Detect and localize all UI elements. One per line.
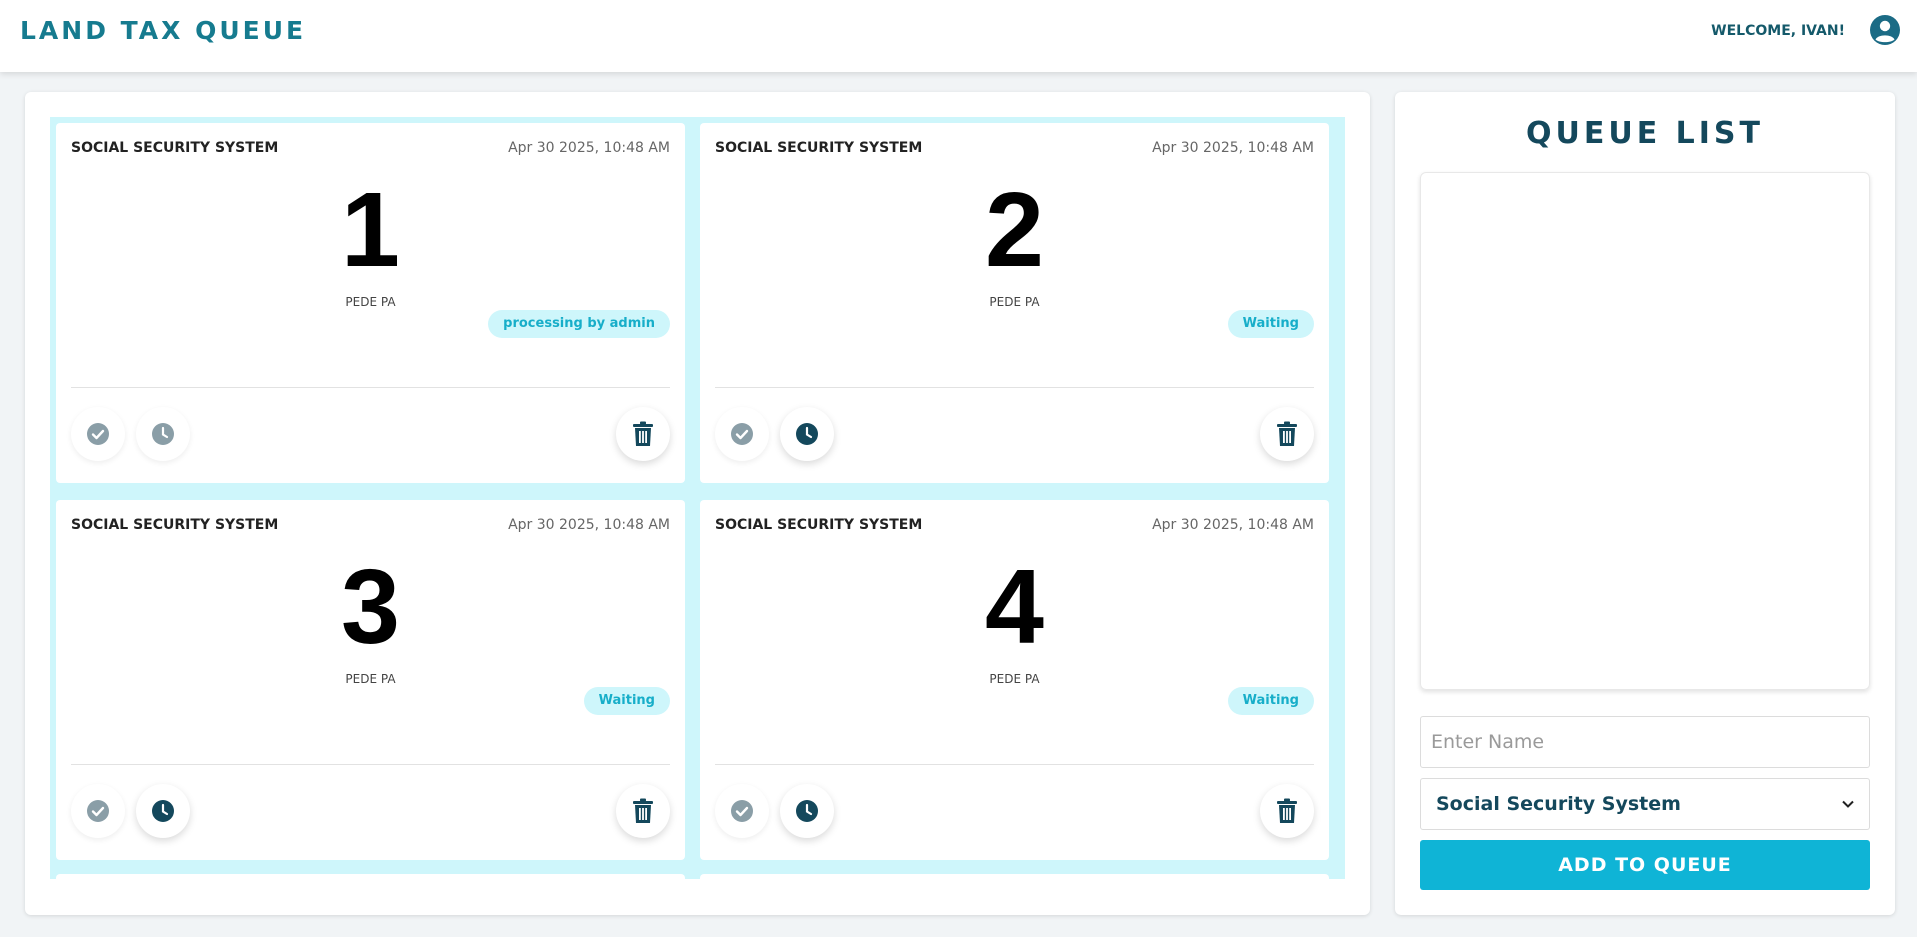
add-to-queue-button[interactable]: ADD TO QUEUE [1420, 840, 1870, 890]
card-office: SOCIAL SECURITY SYSTEM [71, 140, 279, 156]
card-divider [715, 764, 1314, 765]
clock-icon [152, 800, 174, 822]
card-timestamp: Apr 30 2025, 10:48 AM [508, 140, 670, 156]
hold-button[interactable] [136, 407, 190, 461]
card-divider [71, 387, 670, 388]
queue-name: PEDE PA [989, 672, 1040, 686]
complete-button[interactable] [715, 407, 769, 461]
card-timestamp: Apr 30 2025, 10:48 AM [1152, 517, 1314, 533]
card-divider [71, 764, 670, 765]
delete-button[interactable] [616, 784, 670, 838]
status-badge: Waiting [1227, 687, 1314, 715]
queue-list-panel: QUEUE LIST Social Security System ADD TO… [1395, 92, 1895, 915]
clock-icon [152, 423, 174, 445]
card-divider [715, 387, 1314, 388]
user-circle-icon[interactable] [1869, 14, 1901, 46]
queue-name: PEDE PA [345, 672, 396, 686]
queue-number: 4 [985, 548, 1044, 666]
status-badge: processing by admin [488, 310, 670, 338]
queue-name: PEDE PA [345, 295, 396, 309]
check-circle-icon [731, 800, 753, 822]
trash-icon [633, 421, 653, 446]
welcome-text: WELCOME, IVAN! [1711, 23, 1845, 39]
queue-card: SOCIAL SECURITY SYSTEM Apr 30 2025, 10:4… [700, 500, 1329, 860]
name-input[interactable] [1420, 716, 1870, 768]
check-circle-icon [87, 423, 109, 445]
complete-button[interactable] [715, 784, 769, 838]
queue-panel: SOCIAL SECURITY SYSTEM Apr 30 2025, 10:4… [25, 92, 1370, 915]
check-circle-icon [731, 423, 753, 445]
queue-card: SOCIAL SECURITY SYSTEM Apr 30 2025, 10:4… [700, 123, 1329, 483]
queue-number: 2 [985, 171, 1044, 289]
card-office: SOCIAL SECURITY SYSTEM [715, 517, 923, 533]
clock-icon [796, 800, 818, 822]
queue-name: PEDE PA [989, 295, 1040, 309]
delete-button[interactable] [1260, 407, 1314, 461]
check-circle-icon [87, 800, 109, 822]
hold-button[interactable] [136, 784, 190, 838]
queue-number: 1 [341, 171, 400, 289]
queue-card: SOCIAL SECURITY SYSTEM Apr 30 2025, 10:4… [56, 123, 685, 483]
queue-card: SOCIAL SECURITY SYSTEM Apr 30 2025, 10:4… [56, 500, 685, 860]
status-badge: Waiting [1227, 310, 1314, 338]
queue-list-box [1420, 172, 1870, 690]
status-badge: Waiting [583, 687, 670, 715]
hold-button[interactable] [780, 407, 834, 461]
complete-button[interactable] [71, 784, 125, 838]
hold-button[interactable] [780, 784, 834, 838]
queue-card-partial [56, 874, 685, 879]
top-bar: LAND TAX QUEUE WELCOME, IVAN! [0, 0, 1917, 72]
card-timestamp: Apr 30 2025, 10:48 AM [508, 517, 670, 533]
delete-button[interactable] [616, 407, 670, 461]
office-select[interactable]: Social Security System [1420, 778, 1870, 830]
clock-icon [796, 423, 818, 445]
queue-card-partial [700, 874, 1329, 879]
queue-grid: SOCIAL SECURITY SYSTEM Apr 30 2025, 10:4… [50, 117, 1345, 879]
card-office: SOCIAL SECURITY SYSTEM [71, 517, 279, 533]
chevron-down-icon [1842, 800, 1854, 808]
queue-list-title: QUEUE LIST [1525, 116, 1764, 151]
card-office: SOCIAL SECURITY SYSTEM [715, 140, 923, 156]
delete-button[interactable] [1260, 784, 1314, 838]
card-timestamp: Apr 30 2025, 10:48 AM [1152, 140, 1314, 156]
trash-icon [1277, 798, 1297, 823]
trash-icon [633, 798, 653, 823]
app-title: LAND TAX QUEUE [20, 16, 307, 45]
trash-icon [1277, 421, 1297, 446]
office-select-value: Social Security System [1436, 793, 1681, 815]
complete-button[interactable] [71, 407, 125, 461]
queue-number: 3 [341, 548, 400, 666]
